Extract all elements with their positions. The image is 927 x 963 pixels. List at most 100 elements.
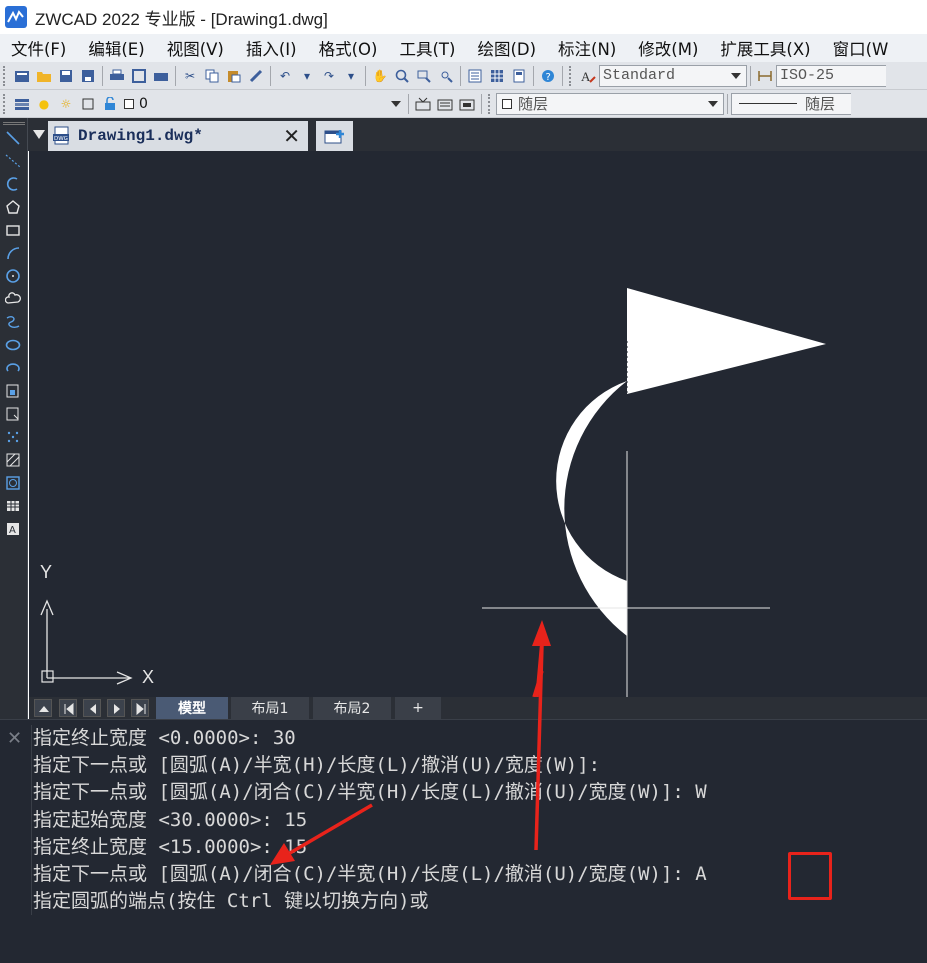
zoom-previous-icon[interactable]	[437, 67, 455, 85]
make-object-layer-current-icon[interactable]	[414, 95, 432, 113]
toolbar-grip[interactable]	[569, 65, 573, 86]
zoom-realtime-icon[interactable]	[393, 67, 411, 85]
new-tab-icon	[324, 130, 344, 144]
polygon-tool-icon[interactable]	[5, 199, 21, 215]
dimension-style-value: ISO-25	[780, 67, 835, 84]
toolbar-grip[interactable]	[488, 93, 492, 114]
menu-file[interactable]: 文件(F)	[0, 36, 77, 60]
toolbar-separator	[365, 65, 366, 86]
close-tab-icon[interactable]: ✕	[283, 124, 300, 148]
layout-last-button[interactable]	[131, 699, 149, 717]
match-properties-icon[interactable]	[247, 67, 265, 85]
layout-previous-button[interactable]	[83, 699, 101, 717]
layer-dropdown[interactable]: ● ☼ 0	[33, 93, 405, 115]
layout-first-button[interactable]	[59, 699, 77, 717]
multiline-text-icon[interactable]: A	[5, 521, 21, 537]
dimension-style-icon[interactable]	[756, 67, 774, 85]
menu-view[interactable]: 视图(V)	[156, 36, 235, 60]
dwg-file-icon: DWG	[53, 126, 69, 145]
point-tool-icon[interactable]	[5, 429, 21, 445]
dimension-style-dropdown[interactable]: ISO-25	[776, 64, 886, 87]
open-folder-icon[interactable]	[35, 67, 53, 85]
menu-dimension[interactable]: 标注(N)	[547, 36, 627, 60]
text-style-icon[interactable]: A	[579, 67, 597, 85]
table-tool-icon[interactable]	[5, 498, 21, 514]
ellipse-tool-icon[interactable]	[5, 337, 21, 353]
spline-tool-icon[interactable]	[5, 314, 21, 330]
redo-dropdown-icon[interactable]: ▾	[342, 67, 360, 85]
circle-tool-icon[interactable]	[5, 268, 21, 284]
toolbar-separator	[175, 65, 176, 86]
insert-block-icon[interactable]	[5, 383, 21, 399]
undo-icon[interactable]: ↶	[276, 67, 294, 85]
layer-on-bulb-icon[interactable]: ●	[35, 95, 53, 113]
menu-draw[interactable]: 绘图(D)	[466, 36, 547, 60]
tab-model[interactable]: 模型	[156, 697, 228, 719]
ellipse-arc-icon[interactable]	[5, 360, 21, 376]
standard-toolbar: ✂ ↶ ▾ ↷ ▾ ✋ ? A Standard ISO-25	[0, 62, 927, 90]
new-file-icon[interactable]	[13, 67, 31, 85]
layer-unlock-icon[interactable]	[101, 95, 119, 113]
new-drawing-tab-button[interactable]	[316, 121, 353, 151]
zoom-window-icon[interactable]	[415, 67, 433, 85]
color-control-dropdown[interactable]: 随层	[496, 92, 724, 115]
close-command-panel-icon[interactable]: ✕	[7, 728, 22, 749]
menu-modify[interactable]: 修改(M)	[627, 36, 709, 60]
print-preview-icon[interactable]	[130, 67, 148, 85]
tab-list-chevron-icon[interactable]	[33, 130, 45, 139]
line-tool-icon[interactable]	[5, 130, 21, 146]
chevron-down-icon	[708, 100, 718, 107]
help-icon[interactable]: ?	[539, 67, 557, 85]
create-block-icon[interactable]	[5, 406, 21, 422]
layer-viewport-freeze-icon[interactable]	[79, 95, 97, 113]
save-as-icon[interactable]	[79, 67, 97, 85]
linetype-control-dropdown[interactable]: 随层	[731, 92, 851, 115]
chevron-down-icon	[731, 72, 741, 79]
layer-previous-icon[interactable]	[436, 95, 454, 113]
properties-icon[interactable]	[466, 67, 484, 85]
paste-icon[interactable]	[225, 67, 243, 85]
copy-icon[interactable]	[203, 67, 221, 85]
rectangle-tool-icon[interactable]	[5, 222, 21, 238]
tool-palette-icon[interactable]	[510, 67, 528, 85]
layer-thaw-sun-icon[interactable]: ☼	[57, 95, 75, 113]
redo-icon[interactable]: ↷	[320, 67, 338, 85]
save-icon[interactable]	[57, 67, 75, 85]
toolbar-grip[interactable]	[3, 65, 7, 86]
arc-tool-icon[interactable]	[5, 245, 21, 261]
region-tool-icon[interactable]	[5, 475, 21, 491]
toolbar-grip[interactable]	[3, 122, 25, 125]
plot-icon[interactable]	[152, 67, 170, 85]
add-layout-button[interactable]: +	[395, 697, 441, 719]
pan-hand-icon[interactable]: ✋	[371, 67, 389, 85]
cut-icon[interactable]: ✂	[181, 67, 199, 85]
layout-scroll-up-button[interactable]	[34, 699, 52, 717]
toolbar-grip[interactable]	[3, 93, 7, 114]
menu-insert[interactable]: 插入(I)	[235, 36, 308, 60]
drawing-canvas[interactable]: Y X	[29, 151, 927, 697]
tab-layout1[interactable]: 布局1	[231, 697, 309, 719]
menu-extension-tools[interactable]: 扩展工具(X)	[709, 36, 821, 60]
menu-window[interactable]: 窗口(W	[822, 36, 900, 60]
layout-tab-bar: 模型 布局1 布局2 +	[29, 697, 927, 719]
tab-layout2[interactable]: 布局2	[313, 697, 391, 719]
undo-dropdown-icon[interactable]: ▾	[298, 67, 316, 85]
polyline-tool-icon[interactable]	[5, 176, 21, 192]
layer-color-swatch	[124, 98, 134, 109]
layout-next-button[interactable]	[107, 699, 125, 717]
menu-format[interactable]: 格式(O)	[308, 36, 389, 60]
design-center-icon[interactable]	[488, 67, 506, 85]
revision-cloud-icon[interactable]	[5, 291, 21, 307]
print-icon[interactable]	[108, 67, 126, 85]
layer-state-icon[interactable]	[458, 95, 476, 113]
text-style-dropdown[interactable]: Standard	[599, 64, 747, 87]
next-icon	[114, 704, 120, 714]
hatch-tool-icon[interactable]	[5, 452, 21, 468]
layer-manager-icon[interactable]	[13, 95, 31, 113]
construction-line-icon[interactable]	[5, 153, 21, 169]
window-title: ZWCAD 2022 专业版 - [Drawing1.dwg]	[35, 9, 328, 29]
menu-edit[interactable]: 编辑(E)	[77, 36, 155, 60]
tab-drawing1[interactable]: DWG Drawing1.dwg* ✕	[48, 121, 308, 151]
svg-text:A: A	[581, 69, 591, 84]
menu-tools[interactable]: 工具(T)	[388, 36, 466, 60]
